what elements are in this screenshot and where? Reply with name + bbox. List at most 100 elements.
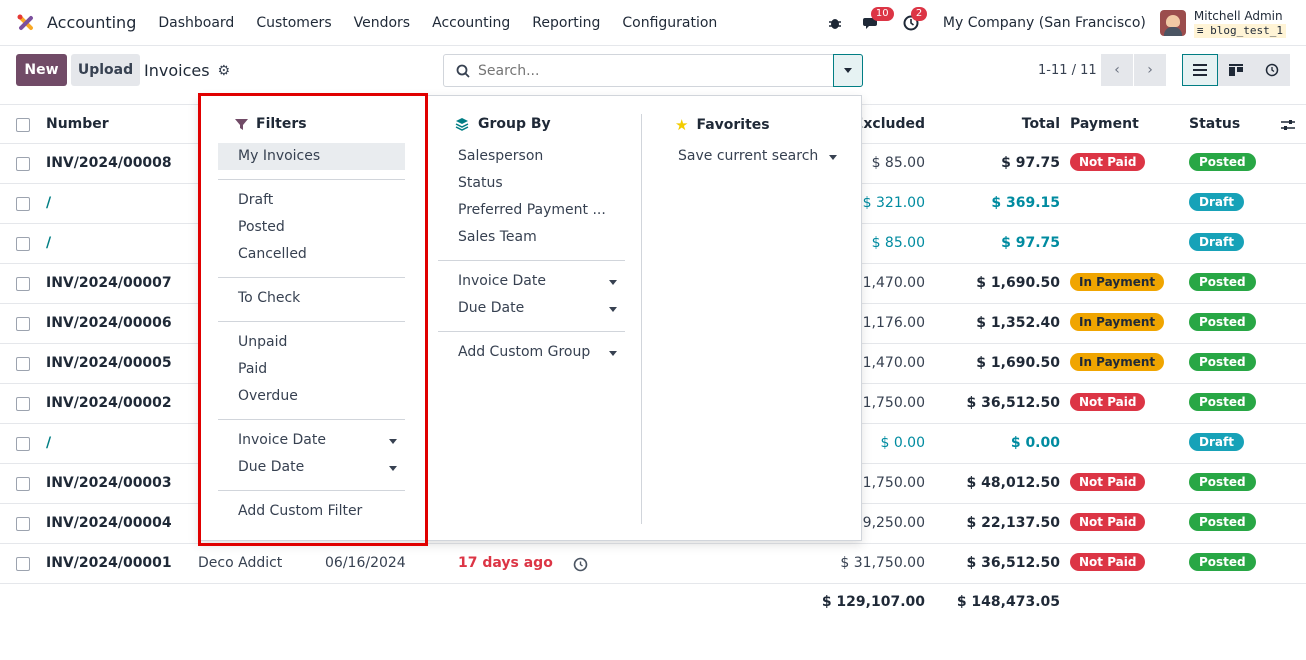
company-switcher[interactable]: My Company (San Francisco) — [943, 15, 1146, 31]
row-checkbox[interactable] — [16, 357, 30, 371]
caret-down-icon[interactable] — [389, 439, 397, 444]
add-custom-filter[interactable]: Add Custom Filter — [238, 503, 362, 519]
column-status[interactable]: Status — [1189, 116, 1240, 132]
row-checkbox[interactable] — [16, 197, 30, 211]
groupby-due-date[interactable]: Due Date — [458, 300, 524, 316]
messages-icon[interactable]: 10 — [859, 7, 894, 35]
status-badge: Posted — [1189, 553, 1256, 571]
invoice-number: INV/2024/00003 — [46, 475, 172, 491]
filter-paid[interactable]: Paid — [238, 361, 267, 377]
status-badge: Posted — [1189, 393, 1256, 411]
select-all-checkbox[interactable] — [16, 118, 30, 132]
caret-down-icon[interactable] — [609, 307, 617, 312]
total-amount: $ 369.15 — [991, 195, 1060, 211]
row-checkbox[interactable] — [16, 317, 30, 331]
app-brand[interactable]: Accounting — [16, 13, 136, 33]
groupby-salesperson[interactable]: Salesperson — [458, 148, 543, 164]
column-number[interactable]: Number — [46, 116, 109, 132]
status-badge: Posted — [1189, 353, 1256, 371]
total-amount: $ 1,690.50 — [976, 355, 1060, 371]
groupby-sales-team[interactable]: Sales Team — [458, 229, 537, 245]
total-amount: $ 0.00 — [1010, 435, 1060, 451]
payment-status-badge: Not Paid — [1070, 393, 1146, 411]
list-view-button[interactable] — [1182, 54, 1218, 86]
caret-down-icon[interactable] — [829, 155, 837, 160]
menu-configuration[interactable]: Configuration — [611, 15, 728, 31]
table-row[interactable]: INV/2024/00001 Deco Addict 06/16/2024 17 da… — [0, 544, 1306, 584]
filter-due-date[interactable]: Due Date — [238, 459, 304, 475]
optional-columns-icon[interactable] — [1281, 118, 1295, 132]
row-checkbox[interactable] — [16, 517, 30, 531]
user-menu[interactable]: Mitchell Admin ≡ blog_test_1 — [1193, 9, 1286, 38]
status-badge: Posted — [1189, 273, 1256, 291]
kanban-view-button[interactable] — [1218, 54, 1254, 86]
filter-to-check[interactable]: To Check — [238, 290, 300, 306]
filters-header: Filters — [235, 116, 307, 132]
activities-clock-icon[interactable]: 2 — [899, 7, 928, 35]
funnel-icon — [235, 118, 248, 130]
untaxed-amount: $ 0.00 — [880, 435, 925, 451]
filter-unpaid[interactable]: Unpaid — [238, 334, 287, 350]
breadcrumb: Invoices ⚙ — [144, 61, 230, 80]
column-divider — [641, 114, 642, 524]
search-options-toggle[interactable] — [833, 54, 863, 87]
accounting-app-icon — [17, 14, 33, 30]
upload-button[interactable]: Upload — [71, 54, 140, 86]
row-checkbox[interactable] — [16, 557, 30, 571]
add-custom-group[interactable]: Add Custom Group — [458, 344, 590, 360]
column-excluded[interactable]: Excluded — [854, 116, 925, 132]
activity-clock-icon[interactable] — [573, 557, 588, 572]
row-checkbox[interactable] — [16, 437, 30, 451]
activity-view-button[interactable] — [1254, 54, 1290, 86]
column-total[interactable]: Total — [1022, 116, 1060, 132]
row-checkbox[interactable] — [16, 157, 30, 171]
kanban-icon — [1229, 64, 1243, 76]
groupby-invoice-date[interactable]: Invoice Date — [458, 273, 546, 289]
total-amount: $ 97.75 — [1001, 155, 1060, 171]
caret-down-icon[interactable] — [609, 351, 617, 356]
caret-down-icon[interactable] — [609, 280, 617, 285]
pager-value[interactable]: 1-11 / 11 — [1038, 63, 1097, 78]
filter-overdue[interactable]: Overdue — [238, 388, 298, 404]
debug-bug-icon[interactable] — [823, 11, 847, 35]
filter-cancelled[interactable]: Cancelled — [238, 246, 307, 262]
menu-accounting[interactable]: Accounting — [421, 15, 521, 31]
pager-next-button[interactable]: › — [1134, 54, 1166, 86]
new-button[interactable]: New — [16, 54, 67, 86]
gear-icon[interactable]: ⚙ — [218, 63, 231, 79]
menu-reporting[interactable]: Reporting — [521, 15, 611, 31]
search-options-dropdown: Filters My Invoices Draft Posted Cancell… — [198, 95, 862, 541]
layers-icon — [455, 118, 469, 131]
search-icon — [456, 64, 470, 78]
user-avatar[interactable] — [1159, 10, 1186, 36]
status-badge: Posted — [1189, 513, 1256, 531]
invoice-number: INV/2024/00001 — [46, 555, 172, 571]
save-current-search[interactable]: Save current search — [678, 148, 818, 164]
filter-my-invoices[interactable]: My Invoices — [238, 148, 320, 164]
groupby-status[interactable]: Status — [458, 175, 503, 191]
sum-total: $ 148,473.05 — [956, 594, 1060, 610]
separator — [218, 419, 405, 420]
invoice-number: INV/2024/00007 — [46, 275, 172, 291]
menu-dashboard[interactable]: Dashboard — [147, 15, 245, 31]
favorites-header: ★ Favorites — [675, 116, 770, 134]
filter-posted[interactable]: Posted — [238, 219, 285, 235]
row-checkbox[interactable] — [16, 237, 30, 251]
filters-title: Filters — [256, 116, 307, 132]
groupby-preferred-payment[interactable]: Preferred Payment ... — [458, 202, 606, 218]
caret-down-icon[interactable] — [389, 466, 397, 471]
pager-previous-button[interactable]: ‹ — [1101, 54, 1133, 86]
menu-vendors[interactable]: Vendors — [343, 15, 421, 31]
row-checkbox[interactable] — [16, 397, 30, 411]
groupby-title: Group By — [478, 116, 551, 132]
row-checkbox[interactable] — [16, 277, 30, 291]
filter-draft[interactable]: Draft — [238, 192, 273, 208]
menu-customers[interactable]: Customers — [245, 15, 342, 31]
row-checkbox[interactable] — [16, 477, 30, 491]
payment-status-badge: Not Paid — [1070, 473, 1146, 491]
invoice-number: / — [46, 235, 52, 251]
search-input[interactable] — [478, 62, 828, 79]
status-badge: Draft — [1189, 193, 1244, 211]
filter-invoice-date[interactable]: Invoice Date — [238, 432, 326, 448]
column-payment[interactable]: Payment — [1070, 116, 1139, 132]
